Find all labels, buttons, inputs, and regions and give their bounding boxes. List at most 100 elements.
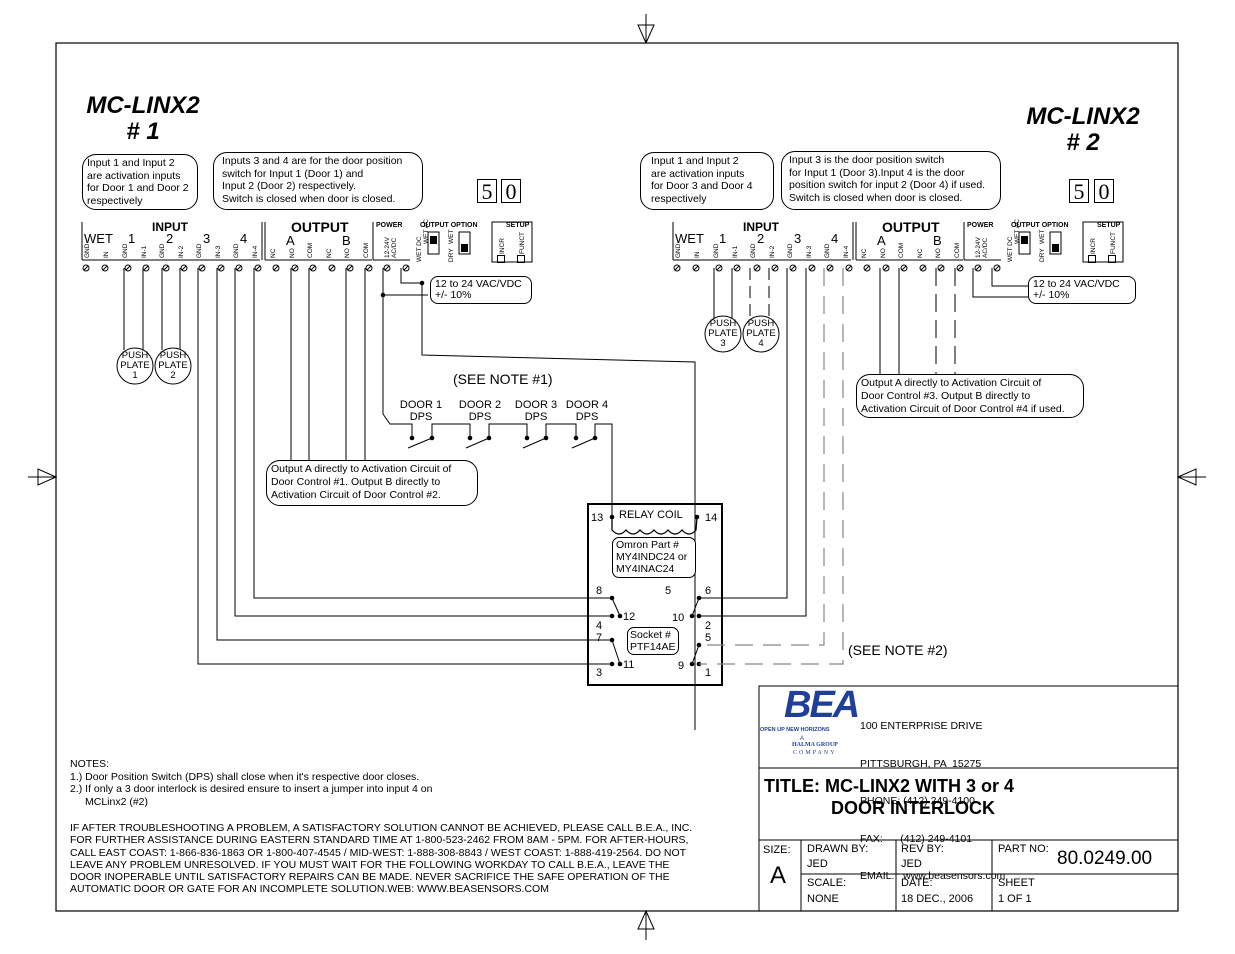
unit1-door-position-note: Inputs 3 and 4 are for the door position…: [213, 152, 423, 210]
unit1-input-pin-0: GND: [84, 243, 91, 258]
note-line: Output A directly to Activation Circuit …: [861, 377, 1042, 389]
note-line: for Input 1 (Door 3).Input 4 is the door: [789, 166, 965, 179]
unit1-input-pin-7: IN-3: [215, 245, 222, 258]
unit2-output-option-switch-1[interactable]: [1021, 236, 1028, 244]
relay-pin-12: 12: [623, 611, 636, 623]
note-line: Door Control #3. Output B directly to: [861, 390, 1031, 402]
unit1-title: MC-LINX2 # 1: [78, 93, 208, 145]
unit1-output-pin-3: NC: [326, 248, 333, 258]
note-line: position switch for input 2 (Door 4) if …: [789, 179, 986, 191]
dps-text: DPS: [524, 411, 548, 423]
note-line: +/- 10%: [1033, 289, 1070, 301]
relay-part-note: Omron Part # MY4INDC24 or MY4INAC24: [612, 537, 696, 578]
relay-pin-9: 9: [678, 660, 685, 672]
note-line: Input 3 is the door position switch: [789, 154, 945, 166]
disclaimer-line: IF AFTER TROUBLESHOOTING A PROBLEM, A SA…: [70, 822, 693, 834]
dps-text: DOOR 2: [458, 399, 502, 411]
unit2-output-group-a: A: [877, 233, 886, 248]
socket-note: Socket # PTF14AE: [627, 627, 679, 655]
relay-pin-5b: 5: [705, 632, 712, 644]
unit1-output-option-switch-1[interactable]: [430, 236, 437, 244]
note-line: Omron Part #: [616, 539, 680, 551]
date-value: 18 DEC., 2006: [901, 893, 974, 905]
relay-pin-5: 5: [665, 585, 672, 597]
size-label: SIZE:: [763, 844, 791, 856]
size-value: A: [770, 862, 787, 889]
unit2-power-header: POWER: [967, 222, 994, 229]
unit1-output-pin-1: NO: [289, 248, 296, 258]
unit2-output-option-switch-2[interactable]: [1052, 244, 1059, 252]
unit1-input-group-1: 1: [128, 231, 136, 246]
note-line: are activation inputs: [87, 169, 181, 182]
bea-logo: BEA OPEN UP NEW HORIZONS A HALMA GROUP C…: [760, 684, 860, 762]
note-line: Socket #: [630, 629, 671, 641]
unit2-opt-wetac: WET AC: [1014, 219, 1021, 244]
unit2-setup-incr: INCR: [1090, 238, 1097, 254]
relay-pin-6: 6: [705, 585, 712, 597]
note-line: Input 1 and Input 2: [651, 155, 739, 167]
note-line: for Door 3 and Door 4: [651, 180, 753, 192]
unit2-screw-terminals: [673, 264, 1001, 272]
unit2-input-group-1: 1: [719, 231, 727, 246]
disclaimer-line: CALL EAST COAST: 1-866-836-1863 OR 1-800…: [70, 846, 687, 859]
note-line: MY4INAC24: [616, 563, 675, 575]
push-plate-4: PUSH PLATE 4: [743, 319, 779, 349]
disclaimer-line: FOR FURTHER ASSISTANCE DURING EASTERN ST…: [70, 834, 689, 847]
note-2-cont: MCLinx2 (#2): [85, 795, 149, 808]
dps-door-4: DOOR 4 DPS: [564, 399, 610, 423]
unit1-output-pin-2: COM: [307, 242, 314, 258]
dps-text: DOOR 3: [514, 399, 558, 411]
note-line: respectively: [87, 194, 143, 207]
unit2-opt-dry: DRY: [1039, 248, 1046, 262]
unit1-output-group-a: A: [286, 233, 295, 248]
rev-by-value: JED: [901, 858, 922, 870]
disclaimer-line: LEAVE ANY PROBLEM UNRESOLVED. IF YOU MUS…: [70, 858, 670, 871]
note-2: 2.) If only a 3 door interlock is desire…: [70, 783, 433, 795]
unit1-opt-wetac: WET AC: [423, 219, 430, 244]
dps-text: DOOR 4: [565, 399, 609, 411]
unit1-funct-button[interactable]: [517, 255, 525, 263]
unit1-screw-terminals: [82, 264, 410, 272]
unit1-input-group-2: 2: [166, 231, 174, 246]
relay-pin-13: 13: [591, 512, 604, 524]
unit2-funct-button[interactable]: [1108, 255, 1116, 263]
bea-tagline: OPEN UP NEW HORIZONS: [760, 727, 830, 733]
part-no-label: PART NO:: [998, 843, 1049, 855]
unit1-dip-digit-1: 5: [477, 179, 497, 204]
unit2-setup-header: SETUP: [1097, 222, 1121, 229]
drawing-title: TITLE: MC-LINX2 WITH 3 or 4 DOOR INTERLO…: [764, 775, 1014, 819]
unit2-output-note: Output A directly to Activation Circuit …: [856, 374, 1084, 418]
dps-text: DPS: [575, 411, 599, 423]
unit2-input-group-2: 2: [757, 231, 765, 246]
unit1-output-pin-5: COM: [363, 242, 370, 258]
unit2-input-pin-6: GND: [787, 243, 794, 258]
note-line: Inputs 3 and 4 are for the door position: [222, 155, 403, 167]
unit2-door-position-note: Input 3 is the door position switch for …: [781, 151, 1001, 210]
unit1-activation-note: Input 1 and Input 2 are activation input…: [82, 154, 198, 210]
unit2-incr-button[interactable]: [1088, 255, 1096, 263]
unit2-output-pin-5: COM: [954, 242, 961, 258]
unit1-power-note: 12 to 24 VAC/VDC +/- 10%: [430, 276, 532, 304]
unit2-opt-wet: WET: [1039, 229, 1046, 244]
unit2-opt-wetdc: WET DC: [1007, 236, 1014, 262]
see-note-2: (SEE NOTE #2): [848, 642, 948, 658]
halma-group: HALMA GROUP: [792, 742, 838, 748]
unit1-input-pin-1: IN: [103, 251, 110, 259]
unit1-input-pin-9: IN-4: [252, 245, 259, 258]
unit1-output-option-switch-2[interactable]: [461, 244, 468, 252]
note-line: +/- 10%: [435, 289, 472, 301]
dps-door-2: DOOR 2 DPS: [457, 399, 503, 423]
unit2-input-pin-3: IN-1: [732, 245, 739, 258]
sheet-value: 1 OF 1: [998, 893, 1032, 905]
note-line: Output A directly to Activation Circuit …: [271, 463, 452, 475]
unit2-output-pin-3: NC: [917, 248, 924, 258]
unit1-incr-button[interactable]: [497, 255, 505, 263]
push-plate-text: 4: [758, 338, 764, 349]
push-plate-2: PUSH PLATE 2: [155, 351, 191, 381]
unit1-output-pin-4: NO: [344, 248, 351, 258]
relay-pin-1: 1: [705, 667, 712, 679]
unit2-input-group-4: 4: [831, 231, 839, 246]
address-line: 100 ENTERPRISE DRIVE: [860, 720, 983, 732]
unit1-input-pin-2: GND: [122, 243, 129, 258]
address-line: PITTSBURGH, PA 15275: [860, 757, 982, 770]
